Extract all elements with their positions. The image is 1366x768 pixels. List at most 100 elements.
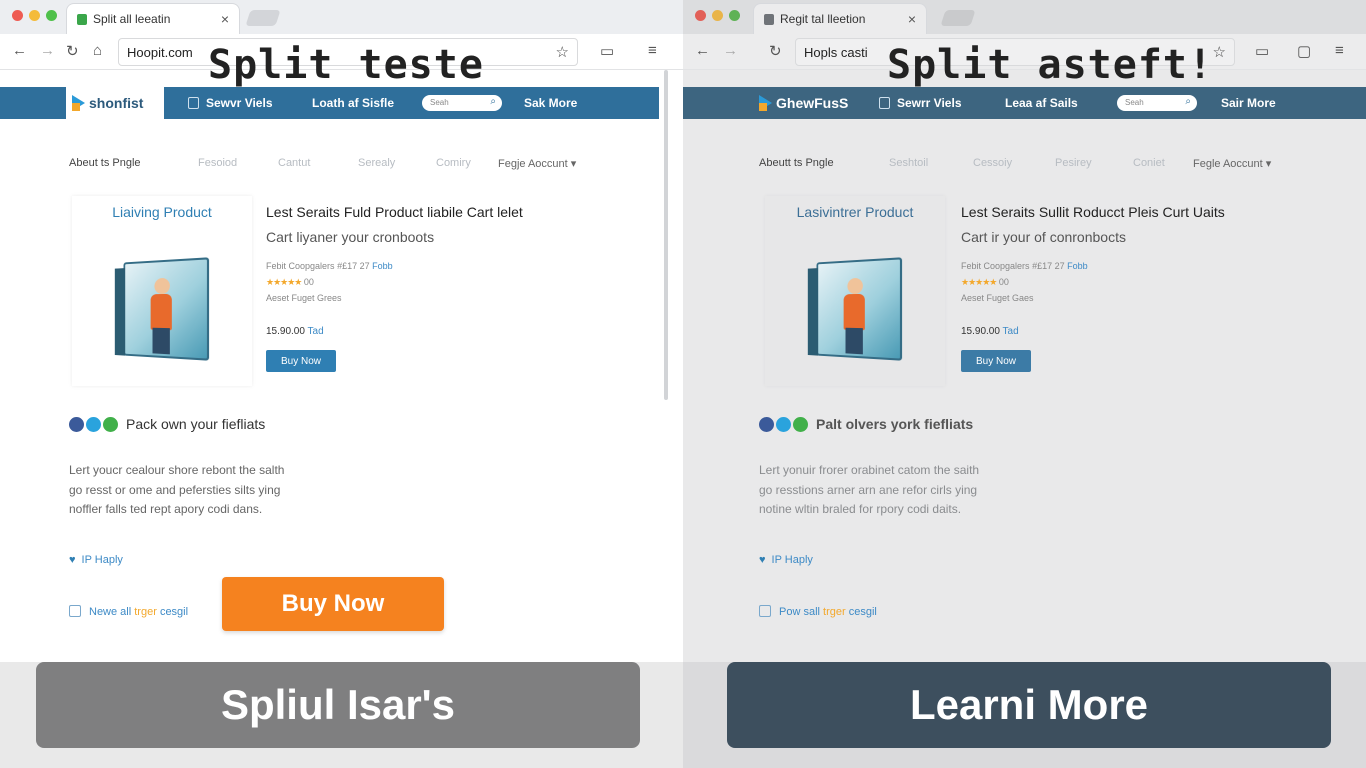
subnav-item-about[interactable]: Abeutt ts Pngle (759, 157, 834, 169)
heart-icon: ♥ (69, 554, 76, 566)
maximize-window-button[interactable] (46, 10, 57, 21)
reader-icon[interactable]: ▭ (600, 42, 614, 60)
menu-icon[interactable]: ≡ (1335, 42, 1344, 59)
twitter-icon[interactable] (776, 416, 791, 432)
body-text-line-3: noffler falls ted rept apory codi dans. (69, 502, 263, 516)
nav-link-more[interactable]: Sak More (524, 96, 577, 110)
close-tab-icon[interactable]: × (221, 11, 229, 27)
account-label: Fegle Aoccunt (1193, 158, 1263, 170)
nav-link-more[interactable]: Sair More (1221, 96, 1276, 110)
back-arrow-icon[interactable]: ← (695, 42, 710, 59)
price-value: 15.90.00 (266, 326, 305, 337)
subnav-item-4[interactable]: Serealy (358, 157, 395, 169)
product-meta-extra: Aeset Fuget Gaes (961, 293, 1034, 303)
new-tab-button[interactable] (940, 10, 976, 26)
search-icon[interactable]: ⌕ (490, 96, 496, 107)
help-link[interactable]: ♥ IP Haply (759, 554, 813, 566)
product-image-legs (152, 327, 170, 355)
product-card[interactable]: Lasivintrer Product (765, 196, 945, 386)
home-icon[interactable]: ⌂ (93, 42, 102, 59)
site-search-input[interactable]: Seah ⌕ (422, 95, 502, 111)
body-text-line-1: Lert youcr cealour shore rebont the salt… (69, 463, 285, 477)
bookmark-star-icon[interactable]: ☆ (1213, 43, 1226, 61)
rating-count: 00 (998, 277, 1009, 287)
facebook-icon[interactable] (759, 416, 774, 432)
window-controls (12, 10, 57, 21)
subnav-item-4[interactable]: Pesirey (1055, 157, 1092, 169)
forward-arrow-icon[interactable]: → (723, 42, 738, 59)
variant-a-pane: Split all leeatin × ← → ↻ ⌂ Hoopit.com ☆… (0, 0, 683, 768)
product-subtitle: Cart ir your of conronbocts (961, 229, 1126, 245)
subnav-item-3[interactable]: Cantut (278, 157, 310, 169)
rating-count: 00 (303, 277, 314, 287)
subnav-item-2[interactable]: Fesoiod (198, 157, 237, 169)
browser-tab[interactable]: Split all leeatin × (66, 3, 240, 34)
help-link-label: IP Haply (81, 554, 123, 566)
browser-tab[interactable]: Regit tal lleetion × (753, 3, 927, 34)
nav-link-1[interactable]: Sewrr Viels (879, 96, 962, 110)
subnav-item-2[interactable]: Seshtoil (889, 157, 928, 169)
help-link-label: IP Haply (771, 554, 813, 566)
buy-now-small-button[interactable]: Buy Now (266, 350, 336, 372)
site-header: shonfist Sewvr Viels Loath af Sisfle Sea… (0, 87, 659, 119)
help-link[interactable]: ♥ IP Haply (69, 554, 123, 566)
seller-link[interactable]: Fobb (372, 261, 393, 271)
reload-icon[interactable]: ↻ (66, 42, 79, 60)
body-text-line-3: notine wltin braled for rpory codi daits… (759, 502, 962, 516)
minimize-window-button[interactable] (712, 10, 723, 21)
product-image (816, 257, 903, 361)
account-dropdown[interactable]: Fegje Aoccunt ▾ (498, 157, 576, 170)
share-icon[interactable] (103, 416, 118, 432)
bookmark-star-icon[interactable]: ☆ (556, 43, 569, 61)
close-tab-icon[interactable]: × (908, 11, 916, 27)
variant-a-banner: Spliul Isar's (36, 662, 640, 748)
subnav-item-5[interactable]: Comiry (436, 157, 471, 169)
product-image-body (150, 293, 172, 331)
window-controls (695, 10, 740, 21)
scrollbar[interactable] (664, 70, 668, 400)
maximize-window-button[interactable] (729, 10, 740, 21)
search-placeholder: Seah (1125, 98, 1144, 107)
facebook-icon[interactable] (69, 416, 84, 432)
twitter-icon[interactable] (86, 416, 101, 432)
search-icon[interactable]: ⌕ (1185, 96, 1191, 107)
site-logo[interactable]: shonfist (66, 87, 164, 119)
split-test-comparison: Split all leeatin × ← → ↻ ⌂ Hoopit.com ☆… (0, 0, 1366, 768)
logo-text: shonfist (89, 95, 144, 111)
seller-name: Febit Coopgalers (266, 261, 335, 271)
close-window-button[interactable] (12, 10, 23, 21)
back-arrow-icon[interactable]: ← (12, 42, 27, 59)
reload-icon[interactable]: ↻ (769, 42, 782, 60)
account-dropdown[interactable]: Fegle Aoccunt ▾ (1193, 157, 1271, 170)
tab-bar: Regit tal lleetion × (683, 0, 1366, 34)
minimize-window-button[interactable] (29, 10, 40, 21)
extension-icon[interactable]: ▢ (1297, 42, 1311, 60)
nav-link-2[interactable]: Loath af Sisfle (312, 96, 394, 110)
social-heading: Palt olvers york fiefliats (816, 416, 974, 432)
nav-link-2[interactable]: Leaa af Sails (1005, 96, 1078, 110)
new-tab-button[interactable] (245, 10, 281, 26)
share-icon[interactable] (793, 416, 808, 432)
rating-stars-icon: ★★★★★ (266, 277, 302, 287)
close-window-button[interactable] (695, 10, 706, 21)
buy-now-small-button[interactable]: Buy Now (961, 350, 1031, 372)
reader-icon[interactable]: ▭ (1255, 42, 1269, 60)
product-image-head (154, 277, 170, 295)
product-title: Lest Seraits Fuld Product liabile Cart l… (266, 204, 523, 220)
product-card[interactable]: Liaiving Product (72, 196, 252, 386)
document-icon (188, 97, 199, 109)
site-logo[interactable]: GhewFusS (753, 87, 851, 119)
subnav-item-5[interactable]: Coniet (1133, 157, 1165, 169)
cart-link[interactable]: Newe all trger cesgil (69, 605, 188, 618)
subnav-item-about[interactable]: Abeut ts Pngle (69, 157, 141, 169)
buy-now-cta-button[interactable]: Buy Now (222, 577, 444, 631)
forward-arrow-icon[interactable]: → (40, 42, 55, 59)
seller-link[interactable]: Fobb (1067, 261, 1088, 271)
menu-icon[interactable]: ≡ (648, 42, 657, 59)
site-search-input[interactable]: Seah ⌕ (1117, 95, 1197, 111)
product-card-title: Lasivintrer Product (796, 204, 914, 220)
subnav-item-3[interactable]: Cessoiy (973, 157, 1012, 169)
nav-link-1-label: Sewrr Viels (897, 96, 962, 110)
nav-link-1[interactable]: Sewvr Viels (188, 96, 273, 110)
cart-link[interactable]: Pow sall trger cesgil (759, 605, 877, 618)
